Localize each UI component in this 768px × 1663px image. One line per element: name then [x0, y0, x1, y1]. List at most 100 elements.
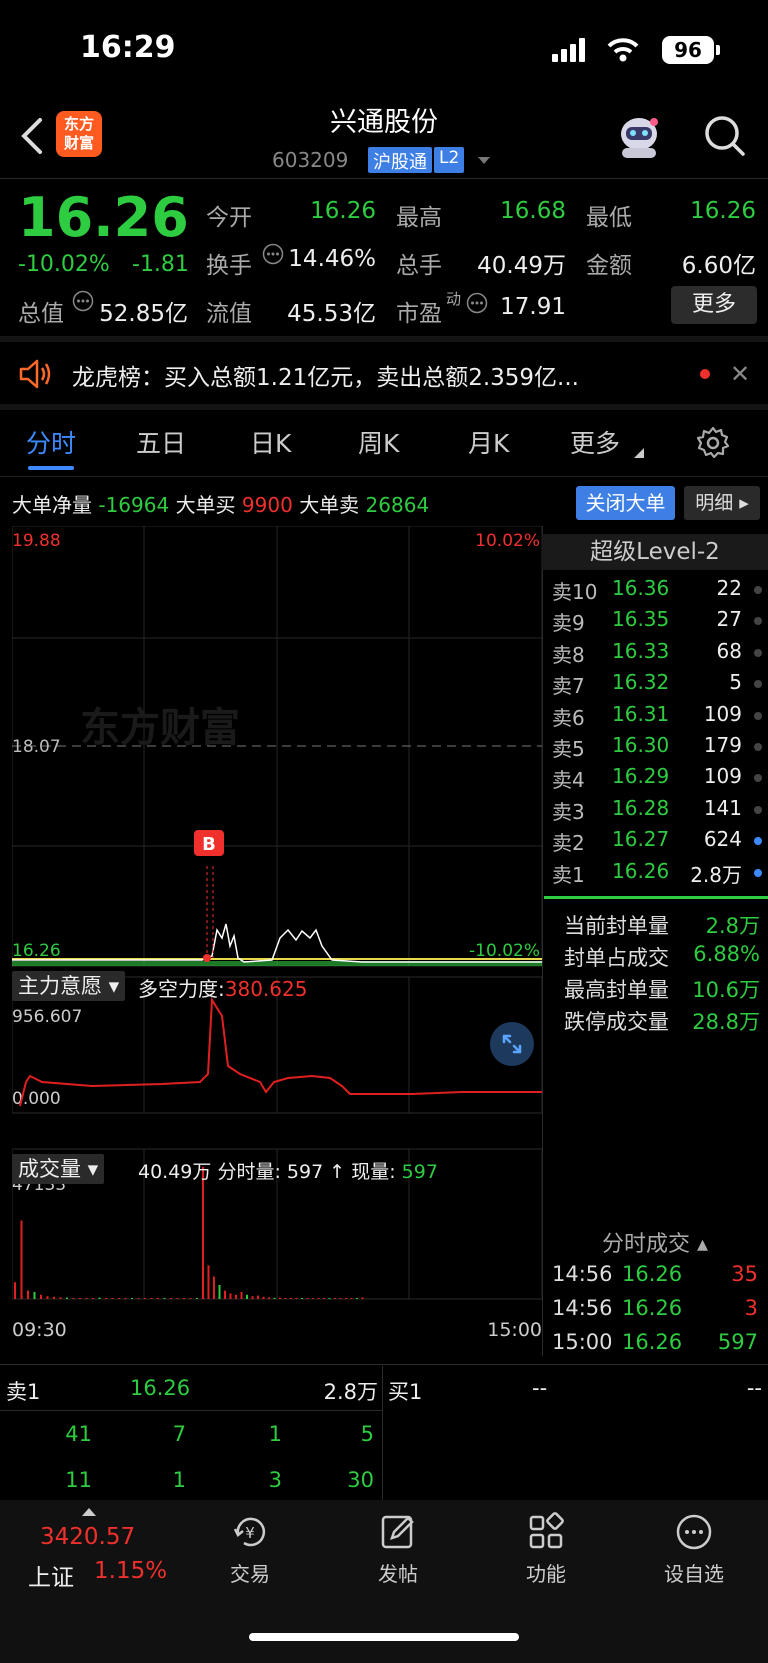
tick-time: 15:00 — [552, 1330, 613, 1354]
volume-label: 总手 — [396, 253, 442, 279]
tab-underline — [28, 466, 74, 470]
turnover-value: 14.46% — [288, 246, 376, 272]
intraday-chart[interactable]: 东方财富 19.88 18.07 16.26 10.02% -10.02% B … — [12, 526, 542, 1358]
index-name[interactable]: 上证 — [28, 1558, 74, 1592]
caret-down-icon[interactable] — [478, 157, 490, 164]
volume-bar — [273, 1297, 276, 1299]
seal-stat-label: 封单占成交 — [564, 946, 669, 970]
tab-5day[interactable]: 五日 — [136, 424, 186, 460]
lhb-notice[interactable]: 龙虎榜：买入总额1.21亿元，卖出总额2.359亿... — [72, 358, 579, 392]
volume-bar — [157, 1298, 159, 1299]
home-indicator[interactable] — [249, 1633, 519, 1641]
tick-volume: 3 — [744, 1296, 758, 1320]
ask-label: 卖6 — [552, 705, 585, 730]
level2-title[interactable]: 超级Level-2 — [542, 534, 768, 570]
watermark: 东方财富 — [80, 705, 240, 751]
grid-icon — [529, 1512, 564, 1549]
tab-intraday[interactable]: 分时 — [26, 424, 76, 460]
volume-bar — [235, 1294, 237, 1299]
tick-price: 16.26 — [622, 1262, 683, 1286]
ask-qty: 68 — [716, 638, 742, 663]
caret-up-icon[interactable] — [82, 1506, 96, 1516]
ask-row[interactable]: 卖7 16.32 5 — [552, 670, 762, 700]
tab-more[interactable]: 更多 — [570, 424, 620, 460]
low-value: 16.26 — [690, 198, 756, 224]
ask-row[interactable]: 卖3 16.28 141 — [552, 796, 762, 826]
ask-dot — [754, 680, 762, 689]
ask-row[interactable]: 卖10 16.36 22 — [552, 576, 762, 606]
tick-price: 16.26 — [622, 1330, 683, 1354]
volume-bar — [350, 1298, 353, 1299]
tick-time: 14:56 — [552, 1262, 613, 1286]
volume-bar — [240, 1291, 243, 1299]
more-button[interactable]: 更多 — [671, 286, 757, 324]
change-amount: -1.81 — [132, 252, 189, 277]
ask-price: 16.33 — [612, 638, 670, 663]
robot-assistant-icon[interactable] — [614, 112, 664, 160]
more-circle-icon — [676, 1514, 712, 1550]
gear-icon[interactable] — [696, 426, 730, 460]
volume-bar — [137, 1298, 140, 1299]
nav-trade[interactable]: ¥ 交易 — [190, 1512, 310, 1587]
nav-post[interactable]: 发帖 — [338, 1512, 458, 1587]
pe-value: 17.91 — [500, 294, 566, 320]
ask-price: 16.27 — [612, 827, 670, 852]
main-force-line — [19, 996, 542, 1107]
pe-label: 市盈 — [396, 301, 442, 327]
ask-qty: 624 — [703, 827, 742, 852]
volume-bar — [189, 1298, 192, 1299]
volume-bar — [213, 1276, 215, 1299]
seal-stat-label: 最高封单量 — [564, 978, 669, 1002]
volume-bar — [257, 1295, 259, 1299]
ask-price: 16.26 — [612, 858, 670, 883]
column-divider — [382, 1366, 383, 1500]
tab-monthly[interactable]: 月K — [468, 424, 509, 460]
index-value[interactable]: 3420.57 — [40, 1524, 135, 1550]
amount-value: 6.60亿 — [681, 253, 756, 279]
volume-bar — [268, 1297, 270, 1299]
nav-functions[interactable]: 功能 — [486, 1512, 606, 1587]
volume-bar — [40, 1294, 42, 1299]
detail-button[interactable]: 明细 ▸ — [684, 486, 760, 520]
volume-bar — [312, 1298, 314, 1299]
volume-bar — [301, 1298, 303, 1299]
tab-daily[interactable]: 日K — [250, 424, 291, 460]
seal-stat-value: 10.6万 — [692, 978, 760, 1002]
seal-stat-value: 6.88% — [693, 942, 760, 966]
volume-bar — [105, 1298, 107, 1299]
index-change[interactable]: 1.15% — [94, 1558, 167, 1584]
volume-bar — [183, 1298, 185, 1299]
volume-bar — [317, 1298, 320, 1299]
seal-stat-label: 跌停成交量 — [564, 1010, 669, 1034]
ask-row[interactable]: 卖8 16.33 68 — [552, 639, 762, 669]
nav-watchlist[interactable]: 设自选 — [634, 1512, 754, 1587]
volume-bar — [246, 1294, 248, 1299]
buy1-label: 买1 — [388, 1380, 423, 1404]
ask-row[interactable]: 卖6 16.31 109 — [552, 702, 762, 732]
ticks-title[interactable]: 分时成交 ▴ — [542, 1226, 768, 1258]
close-big-order-button[interactable]: 关闭大单 — [576, 486, 675, 520]
divider — [0, 178, 768, 179]
search-icon[interactable] — [702, 112, 748, 160]
pct-top-label: 10.02% — [475, 531, 540, 551]
main-force-dropdown[interactable]: 主力意愿 ▾ — [12, 971, 126, 1001]
status-time: 16:29 — [80, 30, 176, 65]
ask-row[interactable]: 卖2 16.27 624 — [552, 827, 762, 857]
volume-bars — [14, 1167, 364, 1299]
volume-dropdown[interactable]: 成交量 ▾ — [12, 1154, 105, 1184]
volume-bar — [224, 1290, 226, 1299]
expand-icon[interactable] — [490, 1022, 534, 1066]
volume-bar — [33, 1291, 36, 1299]
ask-price: 16.30 — [612, 733, 670, 757]
ask-row[interactable]: 卖4 16.29 109 — [552, 764, 762, 794]
close-icon[interactable]: ✕ — [730, 360, 750, 388]
ask-row[interactable]: 卖9 16.35 27 — [552, 607, 762, 637]
ask-row[interactable]: 卖1 16.26 2.8万 — [552, 859, 762, 889]
level2-divider — [544, 896, 768, 899]
ask-price: 16.36 — [612, 576, 670, 600]
divider — [0, 476, 768, 477]
ask-row[interactable]: 卖5 16.30 179 — [552, 733, 762, 763]
depth-cell: 11 — [65, 1468, 92, 1492]
mcap-label: 总值 — [18, 301, 64, 327]
tab-weekly[interactable]: 周K — [358, 424, 399, 460]
